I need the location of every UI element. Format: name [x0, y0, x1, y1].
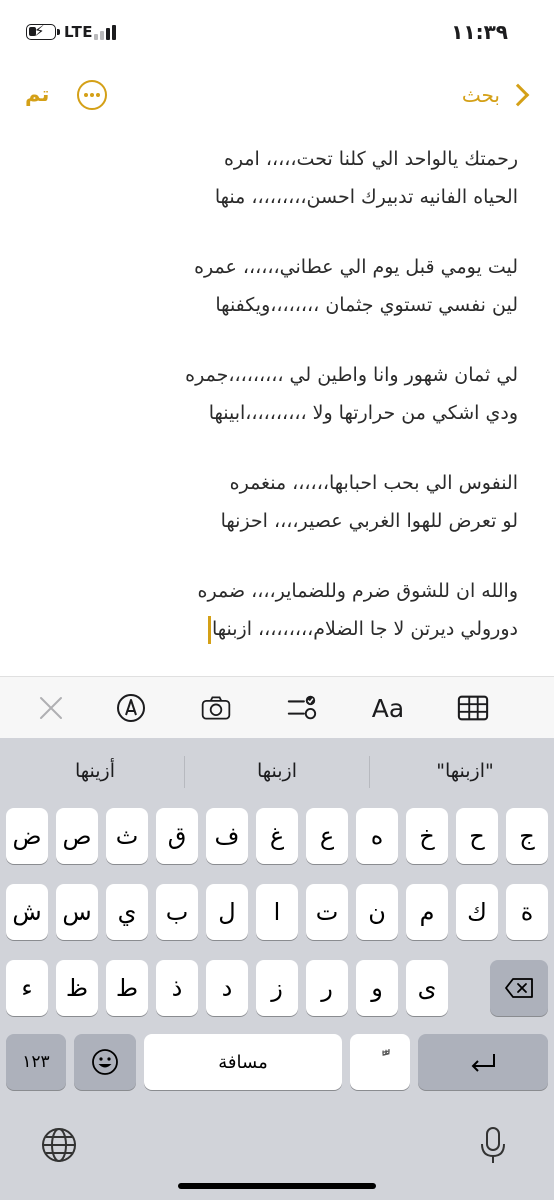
key[interactable]: ز	[256, 960, 298, 1016]
more-options-icon[interactable]	[77, 80, 107, 110]
markup-icon[interactable]	[115, 692, 147, 724]
key[interactable]: ر	[306, 960, 348, 1016]
note-line: ليت يومي قبل يوم الي عطاني،،،،،، عمره	[194, 256, 518, 278]
key[interactable]: غ	[256, 808, 298, 864]
note-stanza: رحمتك يالواحد الي كلنا تحت،،،،، امره الح…	[28, 140, 518, 216]
navigation-bar: تم بحث	[0, 72, 554, 122]
key[interactable]: ث	[106, 808, 148, 864]
suggestion-item[interactable]: "ازبنها"	[400, 760, 530, 782]
note-line: والله ان للشوق ضرم وللضماير،،،، ضمره	[197, 580, 518, 602]
key[interactable]: س	[56, 884, 98, 940]
status-bar: ⚡ LTE ١١:٣٩	[0, 0, 554, 64]
delete-key[interactable]	[490, 960, 548, 1016]
key[interactable]: ك	[456, 884, 498, 940]
back-button[interactable]: بحث	[462, 80, 532, 110]
key[interactable]: خ	[406, 808, 448, 864]
key[interactable]: ض	[6, 808, 48, 864]
note-stanza: النفوس الي بحب احبابها،،،،،، منغمره لو ت…	[28, 464, 518, 540]
delete-backspace-icon	[505, 978, 533, 998]
key[interactable]: ب	[156, 884, 198, 940]
checklist-icon[interactable]	[286, 692, 318, 724]
globe-icon[interactable]	[40, 1126, 78, 1164]
table-icon[interactable]	[457, 692, 489, 724]
key[interactable]: ذ	[156, 960, 198, 1016]
note-stanza: لي ثمان شهور وانا واطين لي ،،،،،،،،،جمره…	[28, 356, 518, 432]
microphone-icon[interactable]	[478, 1126, 508, 1166]
key[interactable]: ى	[406, 960, 448, 1016]
diacritic-key[interactable]: ًّ	[350, 1034, 410, 1090]
note-line: رحمتك يالواحد الي كلنا تحت،،،،، امره	[223, 148, 518, 170]
key[interactable]: و	[356, 960, 398, 1016]
emoji-key[interactable]	[74, 1034, 136, 1090]
key[interactable]: ح	[456, 808, 498, 864]
key[interactable]: ف	[206, 808, 248, 864]
note-line: ودي اشكي من حرارتها ولا ،،،،،،،،،،ابينها	[208, 402, 518, 424]
key[interactable]: ش	[6, 884, 48, 940]
carrier-label: LTE	[64, 23, 94, 41]
keyboard: "ازبنها" ازبنها أزينها ج ح خ ه ع غ ف ق ث…	[0, 738, 554, 1200]
key[interactable]: ي	[106, 884, 148, 940]
note-stanza: والله ان للشوق ضرم وللضماير،،،، ضمره دور…	[28, 572, 518, 648]
signal-strength-icon	[94, 24, 120, 40]
key[interactable]: ة	[506, 884, 548, 940]
emoji-icon	[92, 1049, 118, 1075]
key[interactable]: ط	[106, 960, 148, 1016]
text-cursor	[207, 615, 211, 644]
note-line: دورولي ديرتن لا جا الضلام،،،،،،،،، ازبنه…	[211, 618, 518, 640]
suggestion-bar: "ازبنها" ازبنها أزينها	[0, 738, 554, 806]
key[interactable]: ع	[306, 808, 348, 864]
chevron-right-icon	[506, 83, 530, 107]
note-line: لي ثمان شهور وانا واطين لي ،،،،،،،،،جمره	[185, 364, 518, 386]
key[interactable]: ج	[506, 808, 548, 864]
done-button[interactable]: تم	[25, 82, 49, 106]
note-line: لين نفسي تستوي جثمان ،،،،،،،،ويكفنها	[215, 294, 518, 316]
key[interactable]: ء	[6, 960, 48, 1016]
close-icon[interactable]	[35, 692, 67, 724]
note-body[interactable]: رحمتك يالواحد الي كلنا تحت،،،،، امره الح…	[28, 140, 518, 680]
key[interactable]: ت	[306, 884, 348, 940]
key[interactable]: ن	[356, 884, 398, 940]
back-button-label: بحث	[461, 83, 500, 107]
status-time: ١١:٣٩	[451, 20, 508, 44]
numbers-key[interactable]: ١٢٣	[6, 1034, 66, 1090]
key[interactable]: ق	[156, 808, 198, 864]
return-icon	[471, 1054, 495, 1072]
note-line-with-cursor: دورولي ديرتن لا جا الضلام،،،،،،،،، ازبنه…	[28, 610, 518, 648]
key[interactable]: د	[206, 960, 248, 1016]
text-format-icon[interactable]: Aa	[368, 692, 408, 724]
space-key[interactable]: مسافة	[144, 1034, 342, 1090]
key[interactable]: ه	[356, 808, 398, 864]
suggestion-item[interactable]: ازبنها	[212, 760, 342, 782]
key[interactable]: ص	[56, 808, 98, 864]
formatting-toolbar: Aa	[0, 676, 554, 739]
note-line: النفوس الي بحب احبابها،،،،،، منغمره	[229, 472, 518, 494]
camera-icon[interactable]	[200, 692, 232, 724]
key[interactable]: ل	[206, 884, 248, 940]
note-line: الحياه الفانيه تدبيرك احسن،،،،،،،،، منها	[214, 186, 518, 208]
home-indicator[interactable]	[178, 1183, 376, 1189]
key[interactable]: ا	[256, 884, 298, 940]
suggestion-item[interactable]: أزينها	[30, 760, 160, 782]
note-stanza: ليت يومي قبل يوم الي عطاني،،،،،، عمره لي…	[28, 248, 518, 324]
battery-charging-icon: ⚡	[26, 22, 60, 40]
note-line: لو تعرض للهوا الغربي عصير،،،، احزنها	[220, 510, 518, 532]
key[interactable]: م	[406, 884, 448, 940]
return-key[interactable]	[418, 1034, 548, 1090]
key[interactable]: ظ	[56, 960, 98, 1016]
